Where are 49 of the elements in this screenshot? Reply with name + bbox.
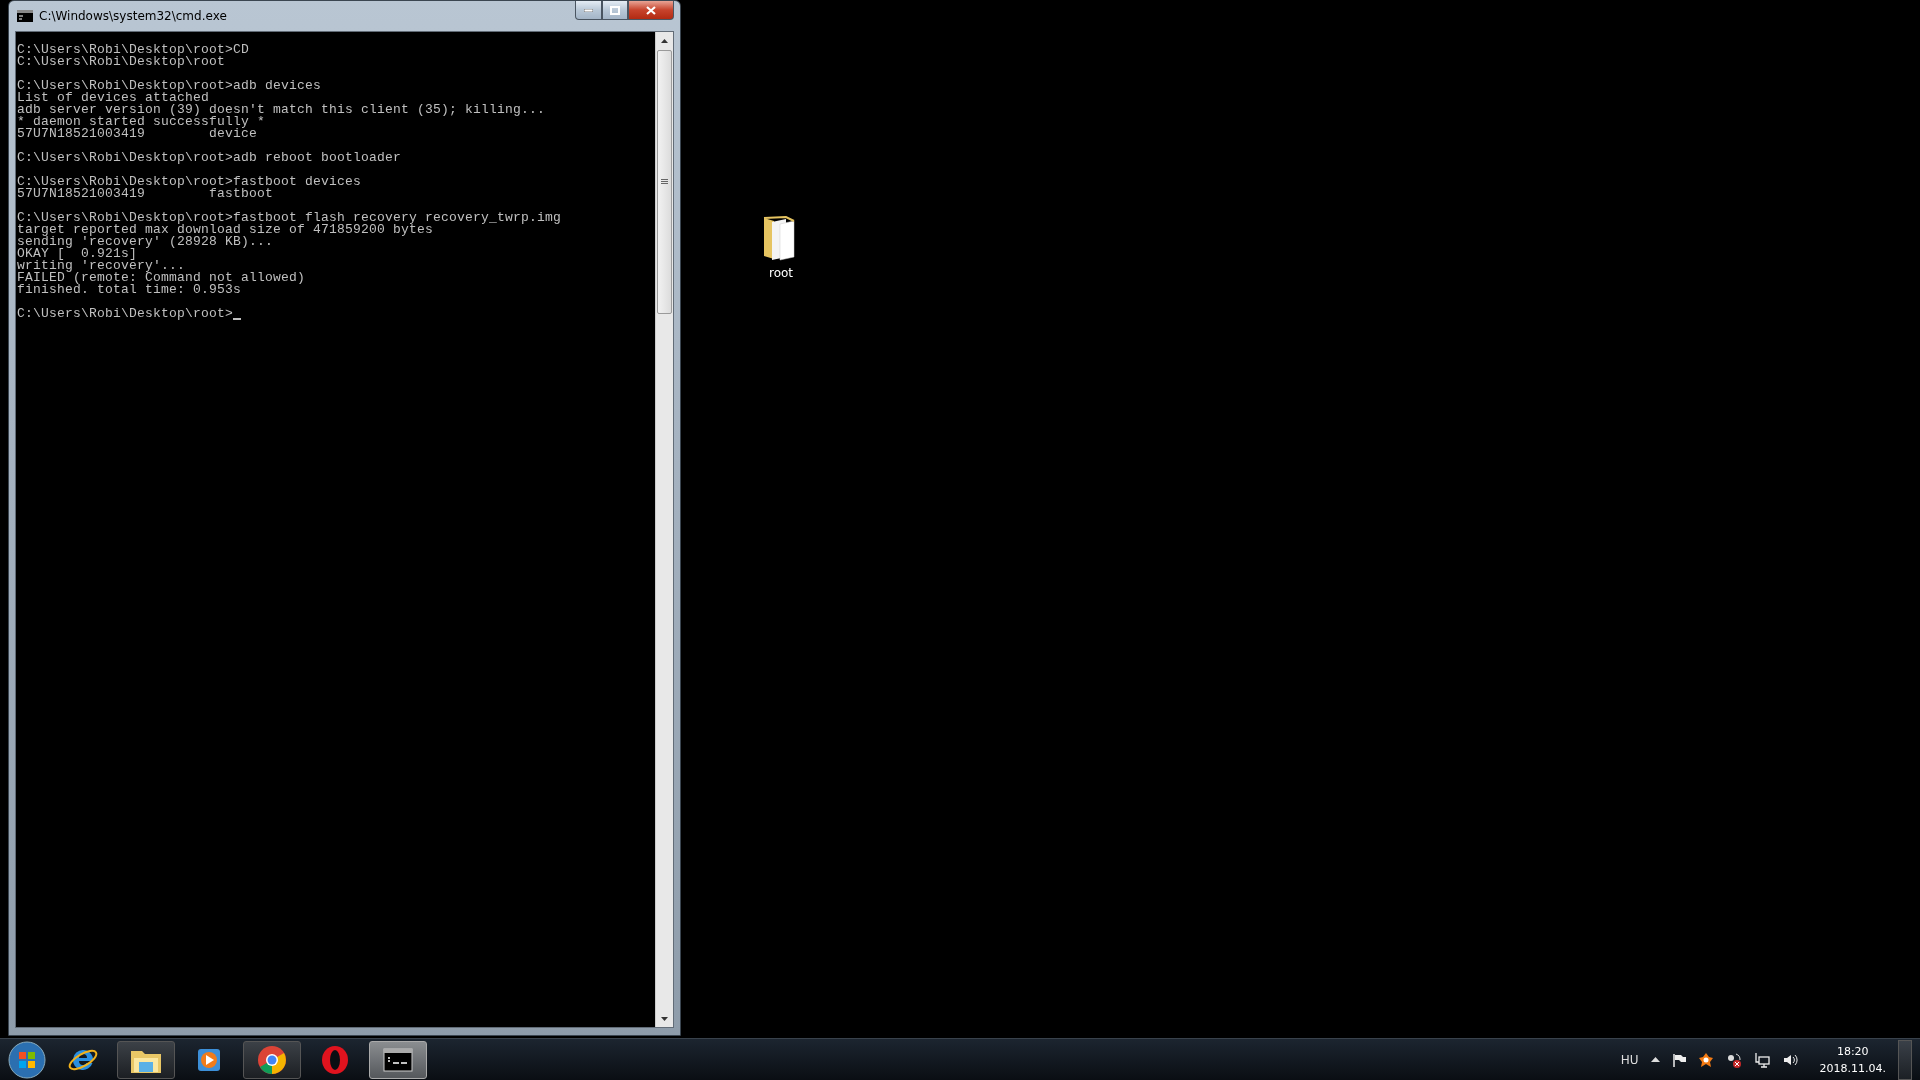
console-line: C:\Users\Robi\Desktop\root>adb reboot bootloader <box>17 152 403 164</box>
minimize-icon <box>584 8 593 12</box>
terminal-icon <box>383 1047 413 1072</box>
console-line: List of devices attached <box>17 92 210 104</box>
maximize-icon <box>610 5 620 15</box>
close-icon <box>646 5 656 15</box>
console-line: adb server version (39) doesn't match this client (35); killing... <box>17 104 547 116</box>
close-button[interactable] <box>628 1 674 20</box>
console-line: target reported max download size of 471859200 bytes <box>17 224 434 236</box>
grip-icon <box>661 179 668 185</box>
terminal-icon <box>17 10 33 22</box>
console-line: finished. total time: 0.953s <box>17 284 242 296</box>
o-logo-icon <box>321 1044 349 1075</box>
maximize-button[interactable] <box>602 1 628 20</box>
taskbar-button[interactable] <box>117 1040 175 1079</box>
console-line: sending 'recovery' (28928 KB)... <box>17 236 275 248</box>
console-line: C:\Users\Robi\Desktop\root>fastboot flash recovery recovery_twrp.img <box>17 212 563 224</box>
network-error-icon[interactable] <box>1725 1051 1742 1068</box>
taskbar-button[interactable] <box>243 1040 301 1079</box>
up-arrow-icon[interactable] <box>661 38 668 43</box>
start-orb-icon[interactable] <box>8 1040 46 1079</box>
clock[interactable]: 18:20 2018.11.04. <box>1819 1042 1886 1077</box>
clock-time: 18:20 <box>1836 1043 1869 1060</box>
console-line: OKAY [ 0.921s] <box>17 248 138 260</box>
network-icon[interactable] <box>1753 1051 1770 1068</box>
icon-label[interactable]: root <box>768 266 794 280</box>
minimize-button[interactable] <box>575 1 602 20</box>
console-line: C:\Users\Robi\Desktop\root <box>17 56 226 68</box>
down-arrow-icon[interactable] <box>661 1016 668 1021</box>
flag-icon[interactable] <box>1671 1052 1686 1067</box>
console-line: C:\Users\Robi\Desktop\root>adb devices <box>17 80 323 92</box>
scrollbar[interactable] <box>655 32 673 1027</box>
clock-date: 2018.11.04. <box>1819 1060 1886 1077</box>
console-line: * daemon started successfully * <box>17 116 267 128</box>
console-line: writing 'recovery'... <box>17 260 186 272</box>
console-line: 57U7N18521003419 device <box>17 128 259 140</box>
text-cursor <box>233 318 242 320</box>
scrollbar-thumb[interactable] <box>657 50 672 314</box>
console-line: 57U7N18521003419 fastboot <box>17 188 274 200</box>
console-line: C:\Users\Robi\Desktop\root>fastboot devices <box>17 176 363 188</box>
play-icon <box>196 1046 222 1073</box>
console-line: C:\Users\Robi\Desktop\root>CD <box>17 44 251 56</box>
console-prompt: C:\Users\Robi\Desktop\root> <box>17 308 234 320</box>
chrome-icon <box>257 1044 287 1075</box>
console-line: FAILED (remote: Command not allowed) <box>17 272 307 284</box>
window-title: C:\Windows\system32\cmd.exe <box>39 9 228 23</box>
up-arrow-icon[interactable] <box>1650 1057 1660 1062</box>
taskbar-button[interactable] <box>369 1040 427 1079</box>
language-indicator[interactable]: HU <box>1620 1052 1639 1067</box>
